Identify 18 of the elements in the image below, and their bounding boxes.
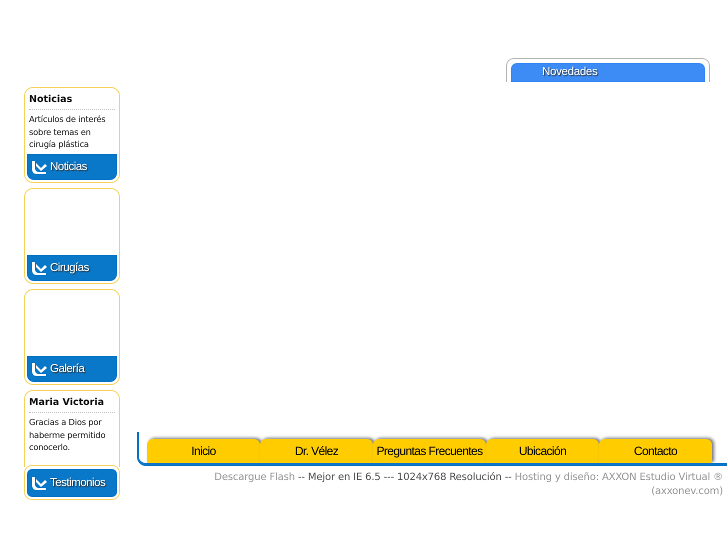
card-title: Maria Victoria <box>29 397 115 413</box>
footer-link[interactable]: Descargue Flash <box>214 472 295 483</box>
card-text: Gracias a Dios por haberme permitido conocerlo. <box>29 416 106 454</box>
footer-text: -- Mejor en IE 6.5 --- 1024x768 Resolución -- <box>298 472 512 483</box>
card-text: Artículos de interés sobre temas en cirugía plástica <box>29 113 106 150</box>
section-button[interactable]: Cirugías <box>27 255 117 281</box>
footer-link[interactable]: (axxonev.com) <box>651 486 723 497</box>
card-title: Noticias <box>29 94 115 110</box>
section-button[interactable]: Galería <box>27 356 117 382</box>
footer-link[interactable]: Hosting y diseño: AXXON Estudio Virtual ® <box>514 472 723 483</box>
nav-button[interactable]: Inicio <box>147 439 260 463</box>
nav-button[interactable]: Preguntas Frecuentes <box>373 439 486 463</box>
nav-button[interactable]: Dr. Vélez <box>260 439 373 463</box>
nav-button[interactable]: Ubicación <box>486 439 599 463</box>
news-tab[interactable]: Novedades <box>511 63 705 82</box>
section-button[interactable]: Testimonios <box>27 469 117 497</box>
section-button[interactable]: Noticias <box>27 154 117 180</box>
nav-button[interactable]: Contacto <box>599 439 712 463</box>
